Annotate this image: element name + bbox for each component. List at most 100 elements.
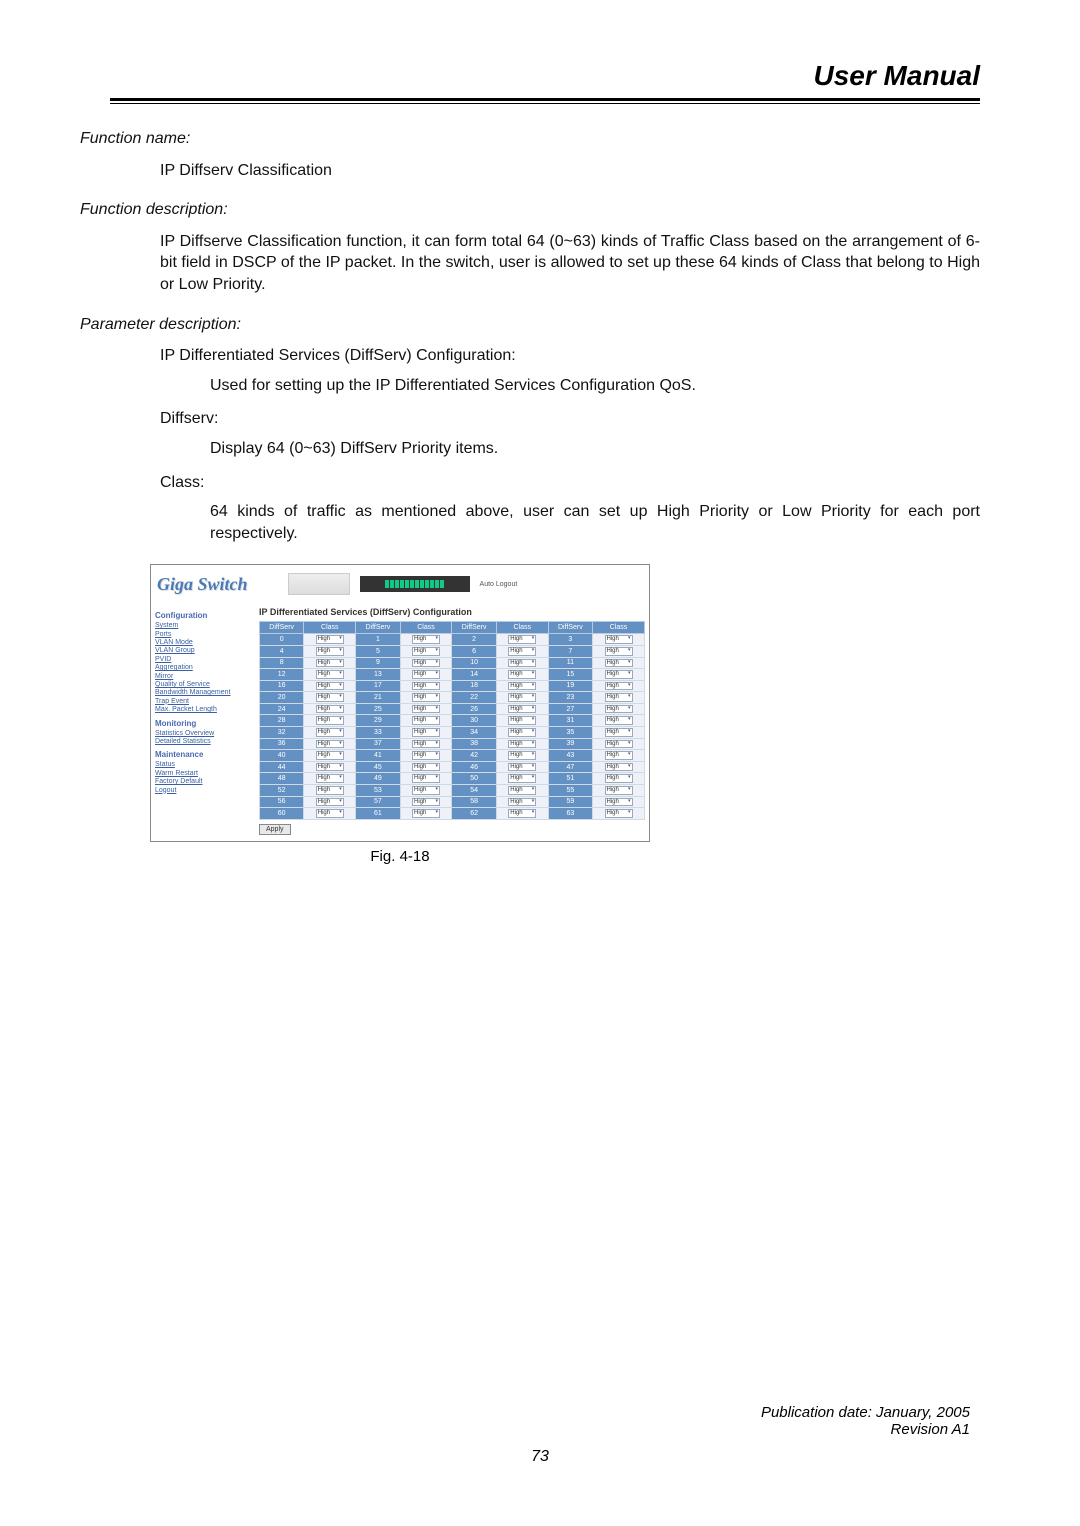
class-select[interactable]: High <box>412 670 440 679</box>
class-select[interactable]: High <box>605 728 633 737</box>
diffserv-id: 58 <box>452 796 496 808</box>
apply-button[interactable]: Apply <box>259 824 291 835</box>
class-select[interactable]: High <box>508 798 536 807</box>
class-cell: High <box>593 808 645 820</box>
class-select[interactable]: High <box>508 809 536 818</box>
class-cell: High <box>400 692 452 704</box>
class-select[interactable]: High <box>412 647 440 656</box>
sidebar-item[interactable]: Logout <box>155 787 255 795</box>
class-select[interactable]: High <box>412 716 440 725</box>
sidebar-item[interactable]: System <box>155 622 255 630</box>
class-select[interactable]: High <box>316 693 344 702</box>
sidebar-item[interactable]: Aggregation <box>155 664 255 672</box>
class-cell: High <box>304 645 356 657</box>
sidebar-item[interactable]: Trap Event <box>155 698 255 706</box>
class-cell: High <box>400 738 452 750</box>
table-row: 52High53High54High55High <box>260 785 645 797</box>
class-select[interactable]: High <box>316 774 344 783</box>
class-select[interactable]: High <box>412 659 440 668</box>
class-select[interactable]: High <box>412 705 440 714</box>
sidebar-item[interactable]: Quality of Service <box>155 681 255 689</box>
class-select[interactable]: High <box>412 728 440 737</box>
class-select[interactable]: High <box>412 774 440 783</box>
diffserv-id: 47 <box>548 761 592 773</box>
sidebar-item[interactable]: Warm Restart <box>155 770 255 778</box>
class-select[interactable]: High <box>316 751 344 760</box>
class-select[interactable]: High <box>316 763 344 772</box>
class-select[interactable]: High <box>316 659 344 668</box>
class-select[interactable]: High <box>412 786 440 795</box>
sidebar-item[interactable]: Mirror <box>155 673 255 681</box>
class-select[interactable]: High <box>605 659 633 668</box>
class-select[interactable]: High <box>316 786 344 795</box>
class-select[interactable]: High <box>508 751 536 760</box>
class-select[interactable]: High <box>605 670 633 679</box>
class-select[interactable]: High <box>412 763 440 772</box>
class-select[interactable]: High <box>508 682 536 691</box>
class-select[interactable]: High <box>316 716 344 725</box>
diffserv-id: 8 <box>260 657 304 669</box>
class-select[interactable]: High <box>316 740 344 749</box>
table-row: 0High1High2High3High <box>260 634 645 646</box>
class-select[interactable]: High <box>605 716 633 725</box>
sidebar-item[interactable]: PVID <box>155 656 255 664</box>
diffserv-id: 51 <box>548 773 592 785</box>
class-select[interactable]: High <box>605 786 633 795</box>
class-select[interactable]: High <box>508 716 536 725</box>
diffserv-id: 36 <box>260 738 304 750</box>
class-select[interactable]: High <box>412 635 440 644</box>
class-select[interactable]: High <box>605 647 633 656</box>
class-select[interactable]: High <box>508 728 536 737</box>
class-select[interactable]: High <box>508 647 536 656</box>
class-select[interactable]: High <box>412 751 440 760</box>
divider <box>110 98 980 101</box>
class-select[interactable]: High <box>508 786 536 795</box>
sidebar-item[interactable]: Detailed Statistics <box>155 738 255 746</box>
class-select[interactable]: High <box>316 635 344 644</box>
sidebar-item[interactable]: Factory Default <box>155 778 255 786</box>
table-header: DiffServ <box>260 622 304 634</box>
class-select[interactable]: High <box>508 740 536 749</box>
sidebar-item[interactable]: VLAN Mode <box>155 639 255 647</box>
class-select[interactable]: High <box>605 751 633 760</box>
class-select[interactable]: High <box>412 740 440 749</box>
table-header: Class <box>593 622 645 634</box>
class-select[interactable]: High <box>508 693 536 702</box>
class-select[interactable]: High <box>605 705 633 714</box>
class-select[interactable]: High <box>508 705 536 714</box>
class-select[interactable]: High <box>412 693 440 702</box>
class-select[interactable]: High <box>508 659 536 668</box>
sidebar-item[interactable]: Bandwidth Management <box>155 689 255 697</box>
class-select[interactable]: High <box>605 774 633 783</box>
sidebar-item[interactable]: Max. Packet Length <box>155 706 255 714</box>
class-select[interactable]: High <box>508 670 536 679</box>
class-select[interactable]: High <box>316 670 344 679</box>
class-select[interactable]: High <box>508 763 536 772</box>
class-cell: High <box>400 796 452 808</box>
class-select[interactable]: High <box>508 774 536 783</box>
sidebar-section-monitoring: Monitoring <box>155 719 255 728</box>
footer: Publication date: January, 2005 Revision… <box>0 1404 1080 1466</box>
class-select[interactable]: High <box>605 740 633 749</box>
sidebar-item[interactable]: VLAN Group <box>155 647 255 655</box>
class-select[interactable]: High <box>605 763 633 772</box>
class-select[interactable]: High <box>605 635 633 644</box>
sidebar-item[interactable]: Status <box>155 761 255 769</box>
class-select[interactable]: High <box>316 682 344 691</box>
class-select[interactable]: High <box>605 798 633 807</box>
sidebar-item[interactable]: Ports <box>155 631 255 639</box>
class-select[interactable]: High <box>412 809 440 818</box>
class-select[interactable]: High <box>316 798 344 807</box>
class-select[interactable]: High <box>316 809 344 818</box>
sidebar-item[interactable]: Statistics Overview <box>155 730 255 738</box>
class-select[interactable]: High <box>605 809 633 818</box>
class-select[interactable]: High <box>316 647 344 656</box>
table-row: 48High49High50High51High <box>260 773 645 785</box>
class-select[interactable]: High <box>412 798 440 807</box>
class-select[interactable]: High <box>316 705 344 714</box>
class-select[interactable]: High <box>316 728 344 737</box>
class-select[interactable]: High <box>508 635 536 644</box>
class-select[interactable]: High <box>605 693 633 702</box>
class-select[interactable]: High <box>412 682 440 691</box>
class-select[interactable]: High <box>605 682 633 691</box>
